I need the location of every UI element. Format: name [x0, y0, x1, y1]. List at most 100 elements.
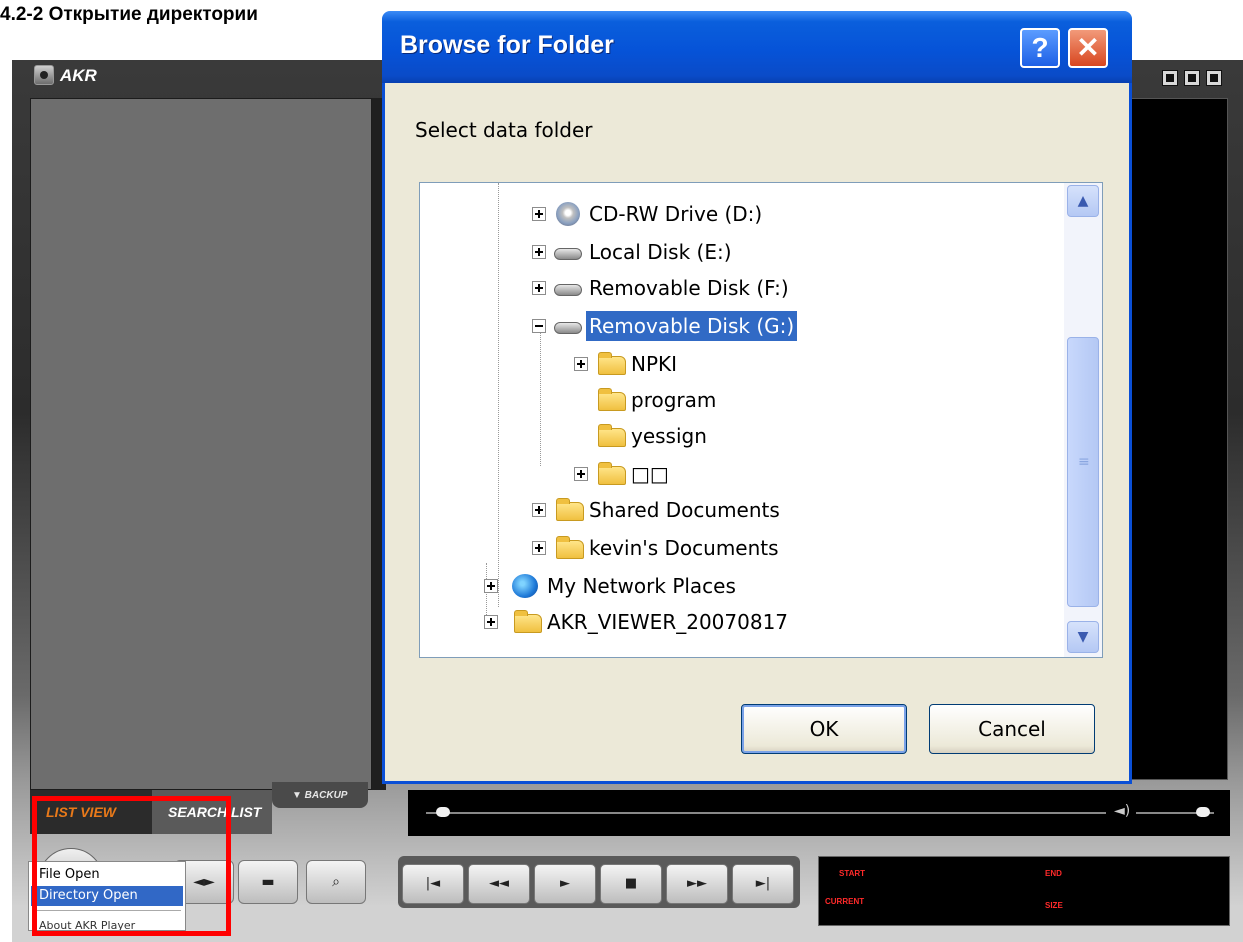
end-label: END [1045, 869, 1062, 878]
tree-item-unnamed[interactable]: □□ [420, 459, 1060, 489]
minimize-icon[interactable] [1162, 70, 1178, 86]
seek-track[interactable] [426, 812, 1106, 814]
fast-forward-icon: ►► [687, 876, 707, 891]
tree-item-label-selected: Removable Disk (G:) [586, 311, 798, 341]
tree-item-kevins-documents[interactable]: kevin's Documents [420, 533, 1060, 563]
tree-item-label: Local Disk (E:) [589, 240, 732, 264]
left-right-icon: ◄► [193, 874, 215, 890]
app-logo-icon [34, 65, 54, 85]
expand-icon[interactable] [484, 579, 498, 593]
folder-icon [598, 424, 626, 447]
dialog-close-button[interactable]: ✕ [1068, 28, 1108, 68]
skip-start-icon: |◄ [425, 876, 441, 891]
tree-item-removable-g[interactable]: Removable Disk (G:) [420, 311, 1060, 341]
maximize-icon[interactable] [1184, 70, 1200, 86]
tree-item-local-disk-e[interactable]: Local Disk (E:) [420, 237, 1060, 267]
backup-button[interactable]: ▼ BACKUP [272, 782, 368, 808]
size-label: SIZE [1045, 901, 1063, 910]
folder-tree: CD-RW Drive (D:) Local Disk (E:) Removab… [419, 182, 1103, 658]
tree-item-label: NPKI [631, 352, 678, 376]
play-icon: ► [560, 876, 570, 891]
expand-icon[interactable] [532, 281, 546, 295]
expand-icon[interactable] [532, 207, 546, 221]
cancel-button[interactable]: Cancel [929, 704, 1095, 754]
tree-item-program[interactable]: program [420, 385, 1060, 415]
tree-item-label: □□ [631, 462, 669, 486]
menu-item-directory-open[interactable]: Directory Open [31, 886, 183, 906]
tree-item-npki[interactable]: NPKI [420, 349, 1060, 379]
tab-list-view-label: LIST VIEW [46, 804, 116, 820]
folder-icon [598, 462, 626, 485]
skip-end-button[interactable]: ►| [732, 864, 794, 904]
dialog-title-bar[interactable]: Browse for Folder ? ✕ [382, 11, 1132, 83]
timeline-bar: ◄) [408, 790, 1230, 836]
removable-drive-icon [554, 322, 582, 334]
help-button[interactable]: ? [1020, 28, 1060, 68]
play-button[interactable]: ► [534, 864, 596, 904]
window-button[interactable]: ▬ [238, 860, 298, 904]
menu-separator [33, 910, 181, 911]
rewind-icon: ◄◄ [489, 876, 509, 891]
tree-item-label: yessign [631, 424, 707, 448]
close-icon: ✕ [1076, 32, 1100, 63]
seek-handle[interactable] [436, 807, 450, 817]
ok-button[interactable]: OK [741, 704, 907, 754]
removable-drive-icon [554, 284, 582, 296]
tree-item-label: kevin's Documents [589, 536, 779, 560]
tree-item-shared-documents[interactable]: Shared Documents [420, 495, 1060, 525]
app-title: AKR [60, 66, 97, 85]
stop-button[interactable]: ■ [600, 864, 662, 904]
window-icon: ▬ [261, 874, 275, 890]
scroll-down-icon[interactable]: ▼ [1067, 621, 1099, 653]
scroll-thumb[interactable] [1067, 337, 1099, 607]
tree-scrollbar[interactable]: ▲ ▼ [1064, 183, 1102, 657]
fast-forward-button[interactable]: ►► [666, 864, 728, 904]
search-button[interactable]: ⌕ [306, 860, 366, 904]
tree-item-label: CD-RW Drive (D:) [589, 202, 763, 226]
tab-search-list-label: SEARCH LIST [168, 804, 262, 820]
help-icon: ? [1031, 32, 1049, 63]
expand-icon[interactable] [532, 541, 546, 555]
tab-search-list[interactable]: SEARCH LIST [152, 790, 272, 834]
collapse-icon[interactable] [532, 319, 546, 333]
tree-item-label: program [631, 388, 717, 412]
cd-drive-icon [556, 202, 580, 226]
expand-icon[interactable] [574, 467, 588, 481]
page-caption: 4.2-2 Открытие директории [0, 4, 258, 25]
rewind-button[interactable]: ◄◄ [468, 864, 530, 904]
start-label: START [839, 869, 866, 878]
context-menu: File Open Directory Open About AKR Playe… [28, 861, 186, 931]
folder-icon [514, 610, 542, 633]
tree-item-removable-f[interactable]: Removable Disk (F:) [420, 273, 1060, 303]
skip-start-button[interactable]: |◄ [402, 864, 464, 904]
tree-item-cd-drive[interactable]: CD-RW Drive (D:) [420, 199, 1060, 229]
expand-icon[interactable] [532, 245, 546, 259]
current-label: CURRENT [825, 897, 865, 906]
menu-item-about[interactable]: About AKR Player [31, 916, 183, 930]
video-display [1126, 98, 1228, 780]
folder-icon [556, 498, 584, 521]
menu-item-file-open[interactable]: File Open [31, 865, 183, 885]
tree-item-yessign[interactable]: yessign [420, 421, 1060, 451]
scroll-up-icon[interactable]: ▲ [1067, 185, 1099, 217]
hard-drive-icon [554, 248, 582, 260]
expand-icon[interactable] [532, 503, 546, 517]
expand-icon[interactable] [484, 615, 498, 629]
tree-item-akr-viewer[interactable]: AKR_VIEWER_20070817 [420, 607, 1060, 637]
info-panel: START END CURRENT SIZE [818, 856, 1230, 926]
tree-item-label: My Network Places [547, 574, 736, 598]
dialog-title: Browse for Folder [400, 31, 614, 59]
dialog-prompt: Select data folder [415, 118, 593, 142]
tree-item-label: Shared Documents [589, 498, 780, 522]
file-list-pane [30, 98, 372, 790]
volume-handle[interactable] [1196, 807, 1210, 817]
screenshot-root: 4.2-2 Открытие директории AKR LIST VIEW … [0, 0, 1243, 942]
tree-item-network-places[interactable]: My Network Places [420, 571, 1060, 601]
volume-icon: ◄) [1114, 803, 1131, 819]
skip-end-icon: ►| [755, 876, 771, 891]
close-icon[interactable] [1206, 70, 1222, 86]
stop-icon: ■ [624, 876, 638, 891]
expand-icon[interactable] [574, 357, 588, 371]
tab-list-view[interactable]: LIST VIEW [30, 790, 152, 834]
tree-item-label: Removable Disk (F:) [589, 276, 789, 300]
